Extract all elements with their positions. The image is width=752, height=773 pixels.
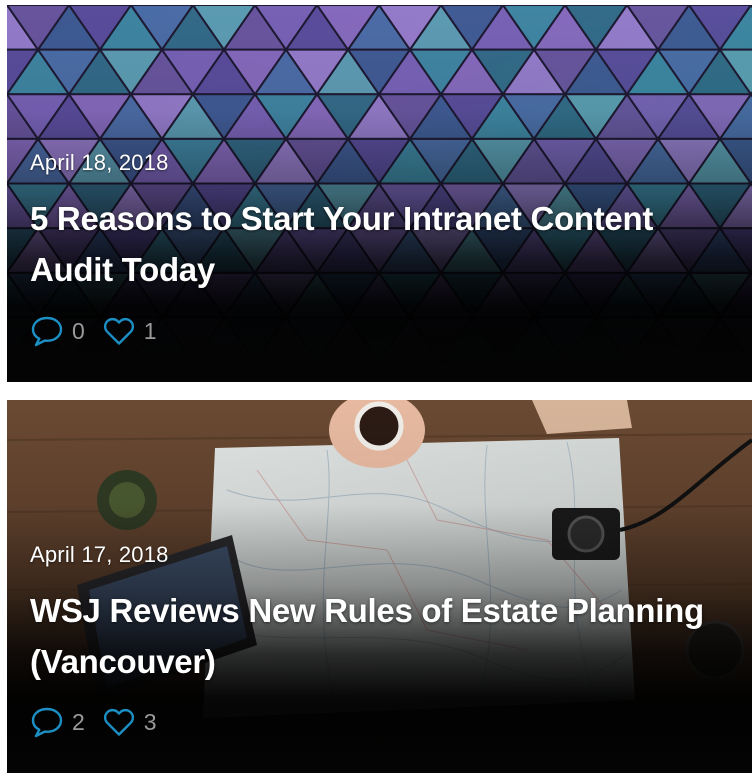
post-title[interactable]: WSJ Reviews New Rules of Estate Planning… (30, 585, 730, 687)
post-title[interactable]: 5 Reasons to Start Your Intranet Content… (30, 193, 730, 295)
post-date: April 17, 2018 (30, 542, 169, 567)
heart-icon (103, 708, 134, 736)
speech-bubble-icon (31, 707, 63, 738)
comment-count: 0 (72, 317, 85, 344)
post-stats: 2 3 (30, 706, 157, 738)
post-date: April 18, 2018 (30, 150, 169, 175)
news-card[interactable]: April 17, 2018 WSJ Reviews New Rules of … (7, 400, 752, 773)
comments-button[interactable]: 2 (30, 706, 85, 738)
comments-button[interactable]: 0 (30, 315, 85, 347)
like-button[interactable]: 3 (102, 706, 157, 738)
speech-bubble-icon (31, 316, 63, 347)
heart-icon (103, 317, 134, 345)
like-count: 3 (143, 708, 157, 735)
post-stats: 0 1 (30, 315, 157, 347)
like-count: 1 (143, 317, 157, 344)
like-button[interactable]: 1 (102, 315, 157, 347)
news-feed: April 18, 2018 5 Reasons to Start Your I… (0, 0, 752, 773)
news-card[interactable]: April 18, 2018 5 Reasons to Start Your I… (7, 5, 752, 382)
comment-count: 2 (72, 708, 85, 735)
